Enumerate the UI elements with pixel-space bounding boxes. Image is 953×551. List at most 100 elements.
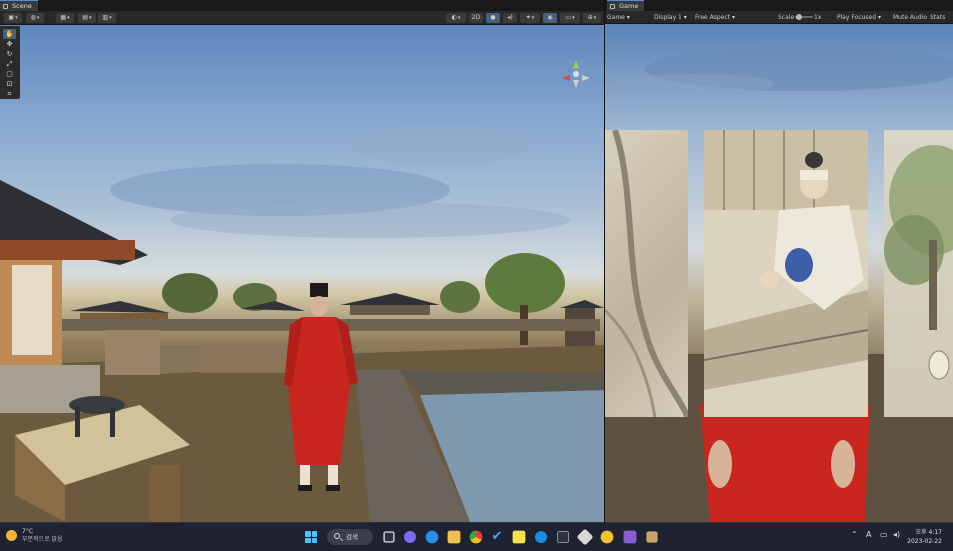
lighting-toggle-button[interactable]: ● xyxy=(486,13,500,23)
crate-stack xyxy=(200,345,290,373)
chrome-icon[interactable] xyxy=(469,530,483,544)
game-viewport[interactable] xyxy=(605,24,953,522)
stats-button[interactable]: Stats xyxy=(930,11,945,24)
game-panel: Game Game ▾ Display 1 ▾ Free Aspect ▾ Sc… xyxy=(604,0,953,522)
scene-tab-bar: Scene xyxy=(0,0,604,11)
scale-label: Scale xyxy=(778,14,795,21)
app-yellow-icon[interactable] xyxy=(600,530,614,544)
cloud xyxy=(170,202,570,238)
bowl-leg xyxy=(75,407,80,437)
scale-value: 1x xyxy=(814,14,822,21)
game-tab[interactable]: Game xyxy=(607,0,645,11)
play-focused-dropdown[interactable]: Play Focused ▾ xyxy=(837,11,881,24)
game-tab-icon xyxy=(610,4,615,9)
card-center-art xyxy=(703,130,869,390)
start-button-icon[interactable] xyxy=(303,529,319,545)
character-shoe xyxy=(298,485,312,491)
search-icon xyxy=(334,533,340,539)
grid-snapping-button[interactable]: ▦▾ xyxy=(56,13,74,23)
scene-toolbar: ▣▾ ◍▾ ▦▾ ▤▾ ▥▾ ◐▾ 2D ● ◂) ✦▾ ◉ ▭▾ ⊕▾ xyxy=(0,11,604,25)
clock-date: 2023-02-22 xyxy=(907,538,942,545)
gizmos-toggle-button[interactable]: ⊕▾ xyxy=(583,13,601,23)
scene-render xyxy=(0,125,604,522)
pivot-toggle-button[interactable]: ▣▾ xyxy=(4,13,22,23)
illustration-card-left[interactable] xyxy=(605,129,691,419)
custom-tool-icon[interactable]: ⌗ xyxy=(3,89,16,99)
scene-tab-label: Scene xyxy=(12,2,32,10)
increment-snapping-button[interactable]: ▤▾ xyxy=(78,13,96,23)
rect-tool-icon[interactable]: ▢ xyxy=(3,69,16,79)
windows-taskbar: 7°C 부분적으로 맑음 검색 ✔ ⌃ A ▭ ◂) 오후 4:17 2023-… xyxy=(0,522,953,551)
mute-audio-button[interactable]: Mute Audio xyxy=(893,11,927,24)
axis-gizmo-icon xyxy=(562,60,590,88)
weather-temperature: 7°C xyxy=(22,528,34,535)
grid-plane-button[interactable]: ▥▾ xyxy=(98,13,116,23)
hanok-beam xyxy=(0,240,135,260)
cloud xyxy=(350,125,530,165)
view-2d-button[interactable]: 2D xyxy=(469,13,483,23)
app-box-icon[interactable] xyxy=(646,531,658,543)
system-clock[interactable]: 오후 4:17 2023-02-22 xyxy=(906,528,942,546)
task-view-icon[interactable] xyxy=(383,531,395,543)
visual-studio-icon[interactable] xyxy=(623,530,637,544)
rotate-tool-icon[interactable]: ↻ xyxy=(3,49,16,59)
ime-indicator[interactable]: A xyxy=(866,530,871,539)
audio-toggle-button[interactable]: ◂) xyxy=(503,13,517,23)
transform-tool-icon[interactable]: ⊡ xyxy=(3,79,16,89)
card-left-art xyxy=(605,129,691,419)
draw-mode-button[interactable]: ◐▾ xyxy=(446,13,466,23)
unity-icon[interactable] xyxy=(576,528,594,546)
app-dark-icon[interactable] xyxy=(557,531,569,543)
unity-editor-window: Scene ▣▾ ◍▾ ▦▾ ▤▾ ▥▾ ◐▾ 2D ● ◂) ✦▾ ◉ ▭▾ … xyxy=(0,0,953,551)
aspect-label: Free Aspect xyxy=(695,14,731,21)
scale-tool-icon[interactable]: ⤢ xyxy=(3,59,16,69)
clock-time: 오후 4:17 xyxy=(915,529,942,536)
game-mode-label: Game xyxy=(607,14,625,21)
tray-overflow-chevron-icon[interactable]: ⌃ xyxy=(851,530,858,539)
game-mode-dropdown[interactable]: Game ▾ xyxy=(607,11,630,24)
taskbar-search[interactable]: 검색 xyxy=(327,529,373,545)
volume-icon[interactable]: ◂) xyxy=(893,530,900,539)
chat-icon[interactable] xyxy=(404,531,416,543)
hidden-objects-button[interactable]: ◉ xyxy=(543,13,557,23)
roof xyxy=(340,293,440,305)
effects-toggle-button[interactable]: ✦▾ xyxy=(520,13,540,23)
display-label: Display 1 xyxy=(654,14,682,21)
character-head xyxy=(310,296,328,316)
move-tool-icon[interactable]: ✥ xyxy=(3,39,16,49)
scale-slider-handle[interactable] xyxy=(796,14,802,20)
cloud xyxy=(615,74,775,94)
network-icon[interactable]: ▭ xyxy=(880,530,888,539)
card-right-art xyxy=(884,145,953,380)
hand-tool-icon[interactable]: ✋ xyxy=(3,29,16,39)
game-character-hand xyxy=(831,440,855,488)
todo-icon[interactable]: ✔ xyxy=(489,529,505,545)
scene-tab-icon xyxy=(3,4,8,9)
illustration-card-right[interactable] xyxy=(884,130,953,417)
display-dropdown[interactable]: Display 1 ▾ xyxy=(654,11,687,24)
bowl-leg xyxy=(110,407,115,437)
character-leg xyxy=(328,465,338,487)
scene-tab[interactable]: Scene xyxy=(0,0,38,11)
tree xyxy=(485,253,565,313)
edge-icon[interactable] xyxy=(425,530,439,544)
file-explorer-icon[interactable] xyxy=(447,530,461,544)
building-wall xyxy=(350,305,430,315)
global-local-toggle-button[interactable]: ◍▾ xyxy=(26,13,44,23)
kakaotalk-icon[interactable] xyxy=(512,530,526,544)
scene-viewport[interactable] xyxy=(0,25,604,522)
search-label: 검색 xyxy=(346,533,358,541)
roof xyxy=(560,300,604,308)
aspect-dropdown[interactable]: Free Aspect ▾ xyxy=(695,11,735,24)
play-focused-label: Play Focused xyxy=(837,14,877,21)
game-toolbar: Game ▾ Display 1 ▾ Free Aspect ▾ Scale 1… xyxy=(605,11,953,24)
app-blue-icon[interactable] xyxy=(535,531,547,543)
illustration-card-center[interactable] xyxy=(703,130,869,417)
orientation-gizmo[interactable] xyxy=(560,58,592,90)
character-hat xyxy=(310,283,328,297)
game-character-hand xyxy=(708,440,732,488)
scene-tools-overlay: ✋ ✥ ↻ ⤢ ▢ ⊡ ⌗ xyxy=(0,26,20,99)
sun-icon xyxy=(6,530,17,541)
camera-settings-button[interactable]: ▭▾ xyxy=(560,13,580,23)
character-shoe xyxy=(326,485,340,491)
